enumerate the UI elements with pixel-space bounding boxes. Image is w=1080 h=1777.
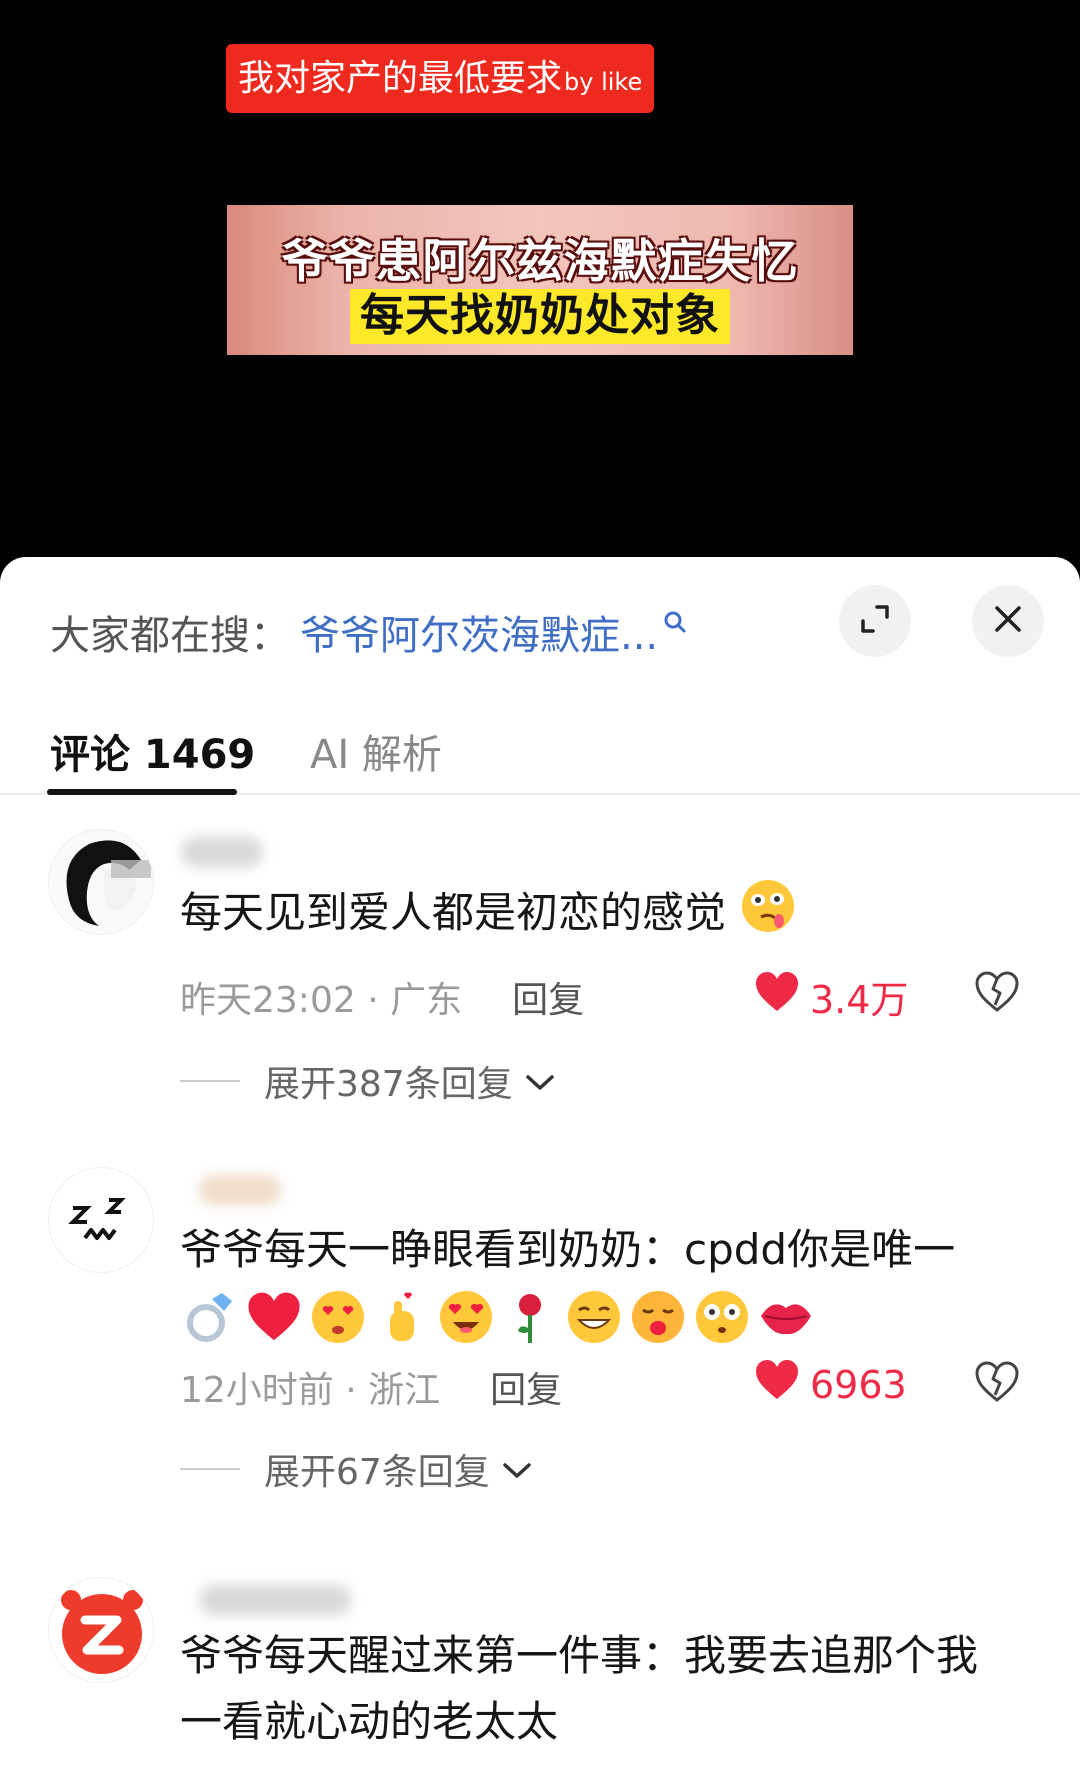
comment-meta: 12小时前 · 浙江 回复 <box>180 1361 562 1413</box>
woozy-emoji-icon <box>739 877 797 954</box>
video-headline-2: 每天找奶奶处对象 <box>350 289 730 344</box>
video-top-caption-text: 我对家产的最低要求 <box>238 57 563 99</box>
comment-time-location: 12小时前 · 浙江 <box>180 1370 441 1411</box>
ring-icon <box>180 1287 240 1347</box>
avatar[interactable] <box>48 1167 154 1273</box>
emoji-row <box>180 1287 820 1347</box>
avatar[interactable] <box>48 1577 154 1683</box>
comment-sheet: 大家都在搜： 爷爷阿尔茨海默症... 评论 1469 AI 解析 每天见到爱人都… <box>0 557 1080 1777</box>
comment-time-location: 昨天23:02 · 广东 <box>180 980 463 1021</box>
expand-replies-button[interactable]: 展开67条回复 <box>180 1443 532 1495</box>
expand-replies-label: 展开67条回复 <box>264 1452 490 1493</box>
video-top-caption: 我对家产的最低要求 by like <box>226 44 655 113</box>
close-button[interactable] <box>972 585 1044 657</box>
expand-line <box>180 1080 240 1082</box>
rose-icon <box>500 1287 560 1347</box>
close-icon <box>992 603 1024 639</box>
expand-replies-button[interactable]: 展开387条回复 <box>180 1055 555 1107</box>
like-count: 3.4万 <box>810 978 909 1022</box>
expand-icon <box>857 601 893 641</box>
dislike-button[interactable] <box>974 1361 1020 1407</box>
username-blurred[interactable] <box>200 1175 280 1205</box>
star-eyes-icon <box>692 1287 752 1347</box>
kiss-icon <box>628 1287 688 1347</box>
trending-search-prefix: 大家都在搜： <box>50 613 290 659</box>
heart-eyes-kiss-icon <box>308 1287 368 1347</box>
expand-button[interactable] <box>839 585 911 657</box>
like-count: 6963 <box>810 1362 907 1407</box>
trending-search[interactable]: 大家都在搜： 爷爷阿尔茨海默症... <box>50 597 688 667</box>
finger-heart-icon <box>372 1287 432 1347</box>
broken-heart-icon <box>974 971 1020 1017</box>
reply-button[interactable]: 回复 <box>512 971 584 1023</box>
heart-filled-icon <box>754 1359 810 1410</box>
username-blurred[interactable] <box>200 1585 350 1615</box>
like-button[interactable]: 3.4万 <box>754 969 908 1024</box>
lips-icon <box>756 1287 816 1347</box>
chevron-down-icon <box>525 1061 555 1102</box>
video-player[interactable]: 我对家产的最低要求 by like 爷爷患阿尔兹海默症失忆 每天找奶奶处对象 <box>0 0 1080 560</box>
avatar[interactable] <box>48 829 154 935</box>
comment-meta: 昨天23:02 · 广东 回复 <box>180 971 584 1023</box>
dislike-button[interactable] <box>974 971 1020 1017</box>
trending-search-query[interactable]: 爷爷阿尔茨海默症... <box>300 603 658 661</box>
comment-text: 爷爷每天醒过来第一件事：我要去追那个我一看就心动的老太太 <box>180 1631 979 1746</box>
tab-ai-analysis[interactable]: AI 解析 <box>310 707 442 795</box>
comment-tabs: 评论 1469 AI 解析 <box>0 707 1080 795</box>
comment-text: 每天见到爱人都是初恋的感觉 <box>180 877 1010 954</box>
expand-replies-label: 展开387条回复 <box>264 1064 513 1105</box>
comment-text: 爷爷每天一睁眼看到奶奶：cpdd你是唯一 <box>180 1225 956 1274</box>
reply-button[interactable]: 回复 <box>490 1361 562 1413</box>
heart-eyes-icon <box>436 1287 496 1347</box>
video-frame: 爷爷患阿尔兹海默症失忆 每天找奶奶处对象 <box>227 205 853 355</box>
broken-heart-icon <box>974 1361 1020 1407</box>
heart-icon <box>244 1287 304 1347</box>
heart-filled-icon <box>754 971 810 1022</box>
chevron-down-icon <box>502 1449 532 1490</box>
username-blurred[interactable] <box>182 837 262 867</box>
active-tab-indicator <box>47 789 237 795</box>
grin-icon <box>564 1287 624 1347</box>
like-button[interactable]: 6963 <box>754 1359 907 1410</box>
search-icon[interactable] <box>662 599 688 645</box>
tab-comments[interactable]: 评论 1469 <box>50 707 255 795</box>
video-top-caption-by: by like <box>564 67 643 96</box>
expand-line <box>180 1468 240 1470</box>
video-headline-1: 爷爷患阿尔兹海默症失忆 <box>281 234 799 288</box>
